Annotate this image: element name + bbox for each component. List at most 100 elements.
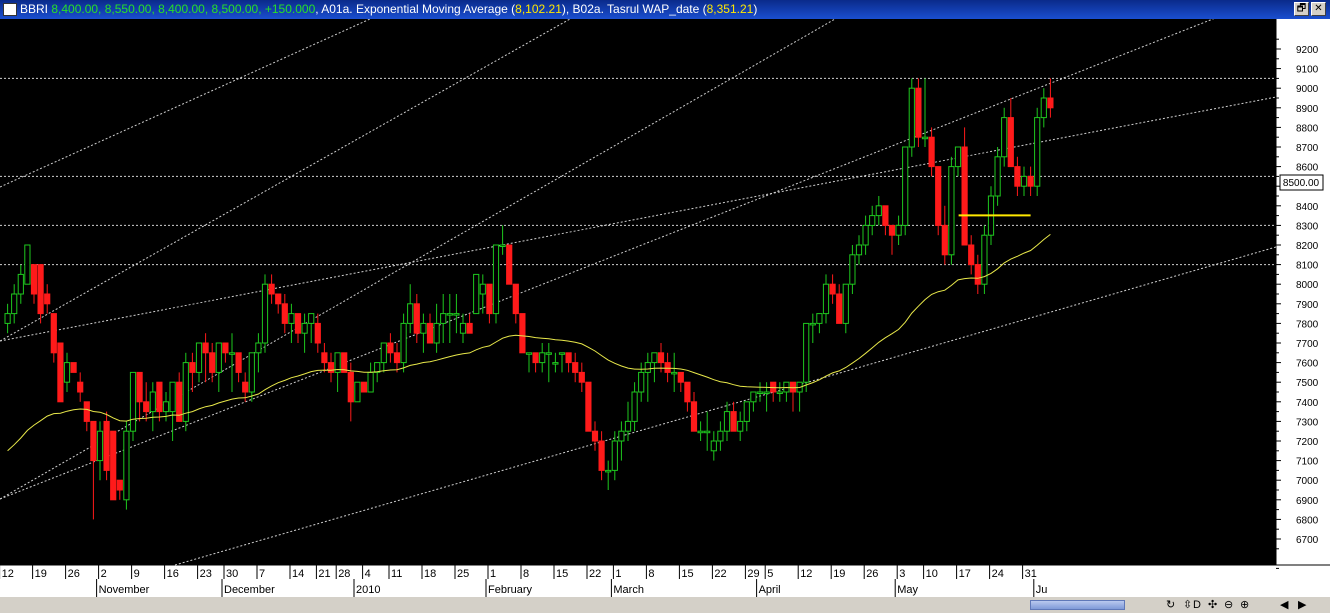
candle-body [941, 224, 948, 256]
candle-body [37, 264, 44, 315]
candle-body [578, 371, 585, 383]
candle-body [268, 283, 275, 295]
scroll-right-icon[interactable]: ▶ [1298, 597, 1306, 613]
month-label: November [99, 584, 150, 596]
price-tick-label: 7000 [1296, 476, 1319, 487]
candle-body [1007, 117, 1014, 168]
candle-body [598, 440, 605, 471]
candle-body [275, 293, 282, 305]
price-tick-label: 8300 [1296, 221, 1319, 232]
price-tick-label: 7500 [1296, 378, 1319, 389]
time-tick-label: 25 [457, 568, 469, 580]
time-tick-label: 2 [101, 568, 107, 580]
candle-body [605, 469, 612, 473]
candle-body [948, 166, 955, 256]
price-tick-label: 7600 [1296, 359, 1319, 370]
month-label: December [224, 584, 275, 596]
time-tick-label: 19 [35, 568, 47, 580]
price-tick-label: 9200 [1296, 45, 1319, 56]
candle-body [1027, 175, 1034, 187]
candle-body [506, 244, 513, 285]
candle-body [446, 313, 453, 316]
price-tick-label: 7700 [1296, 339, 1319, 350]
candle-body [552, 362, 559, 365]
time-tick-label: 26 [68, 568, 80, 580]
candle-body [440, 313, 447, 324]
time-tick-label: 18 [424, 568, 436, 580]
candle-body [387, 342, 394, 354]
time-tick-label: 21 [318, 568, 330, 580]
d-icon[interactable]: D [1193, 597, 1201, 613]
time-tick-label: 8 [648, 568, 654, 580]
price-tick-label: 7800 [1296, 319, 1319, 330]
candle-body [974, 264, 981, 285]
restore-button[interactable]: 🗗 [1294, 2, 1309, 16]
refresh-icon[interactable]: ↻ [1166, 597, 1175, 613]
title-ticker: BBRI [20, 2, 49, 16]
candle-body [473, 273, 480, 315]
title-wap-label: ), B02a. Tasrul WAP_date ( [561, 2, 707, 16]
horizontal-scroll-thumb[interactable] [1030, 600, 1125, 610]
candle-body [921, 136, 929, 140]
candle-body [1034, 117, 1041, 187]
candle-body [902, 146, 909, 226]
time-tick-label: 5 [767, 568, 773, 580]
time-tick-label: 17 [959, 568, 971, 580]
candle-body [842, 283, 849, 324]
price-tick-label: 8400 [1296, 202, 1319, 213]
candle-body [882, 205, 889, 226]
time-tick-label: 16 [167, 568, 179, 580]
move-icon[interactable]: ✣ [1208, 597, 1217, 613]
candle-body [57, 342, 64, 403]
zoom-in-icon[interactable]: ⊕ [1240, 597, 1249, 613]
candle-body [756, 391, 764, 394]
candle-body [77, 381, 84, 393]
price-tick-label: 7900 [1296, 300, 1319, 311]
candle-body [849, 254, 856, 285]
candle-body [585, 381, 592, 432]
time-tick-label: 15 [681, 568, 693, 580]
window-menu-icon[interactable] [3, 3, 17, 16]
candle-body [895, 224, 902, 236]
candle-body [261, 283, 269, 344]
scroll-left-icon[interactable]: ◀ [1280, 597, 1288, 613]
candle-body [321, 352, 328, 364]
time-tick-label: 8 [523, 568, 529, 580]
candle-body [143, 401, 150, 413]
candle-body [294, 313, 302, 334]
candle-body [50, 313, 57, 354]
candle-body [162, 401, 170, 413]
candle-body [407, 303, 414, 324]
candle-body [281, 303, 288, 324]
candle-body [519, 313, 526, 354]
time-tick-label: 14 [292, 568, 304, 580]
time-tick-label: 9 [134, 568, 140, 580]
candle-body [413, 303, 420, 334]
candle-body [512, 283, 519, 315]
candle-body [123, 430, 130, 501]
candle-body [44, 293, 51, 305]
candle-body [222, 342, 229, 354]
candle-body [149, 391, 156, 413]
time-tick-label: 1 [490, 568, 496, 580]
window-titlebar: BBRI 8,400.00, 8,550.00, 8,400.00, 8,500… [0, 0, 1330, 19]
price-chart: 6700 6800 6900 7000 7100 7200 7300 7400 7500 7600… [0, 19, 1330, 597]
candle-body [789, 381, 797, 393]
time-tick-label: 29 [747, 568, 759, 580]
bottom-toolbar: ↻ ⇳ D ✣ ⊖ ⊕ ◀ ▶ [0, 597, 1330, 613]
zoom-out-icon[interactable]: ⊖ [1224, 597, 1233, 613]
candle-body [347, 371, 354, 403]
candle-body [426, 322, 434, 344]
candle-body [915, 87, 922, 138]
candle-body [651, 352, 658, 364]
candle-body [875, 205, 882, 217]
candle-body [935, 166, 942, 226]
candle-body [96, 430, 104, 462]
candle-body [301, 322, 308, 334]
candle-body [4, 313, 11, 324]
resize-icon[interactable]: ⇳ [1183, 597, 1192, 613]
close-button[interactable]: ✕ [1311, 2, 1326, 16]
month-label: Ju [1036, 584, 1048, 596]
candle-body [657, 352, 665, 364]
price-tick-label: 8700 [1296, 143, 1319, 154]
